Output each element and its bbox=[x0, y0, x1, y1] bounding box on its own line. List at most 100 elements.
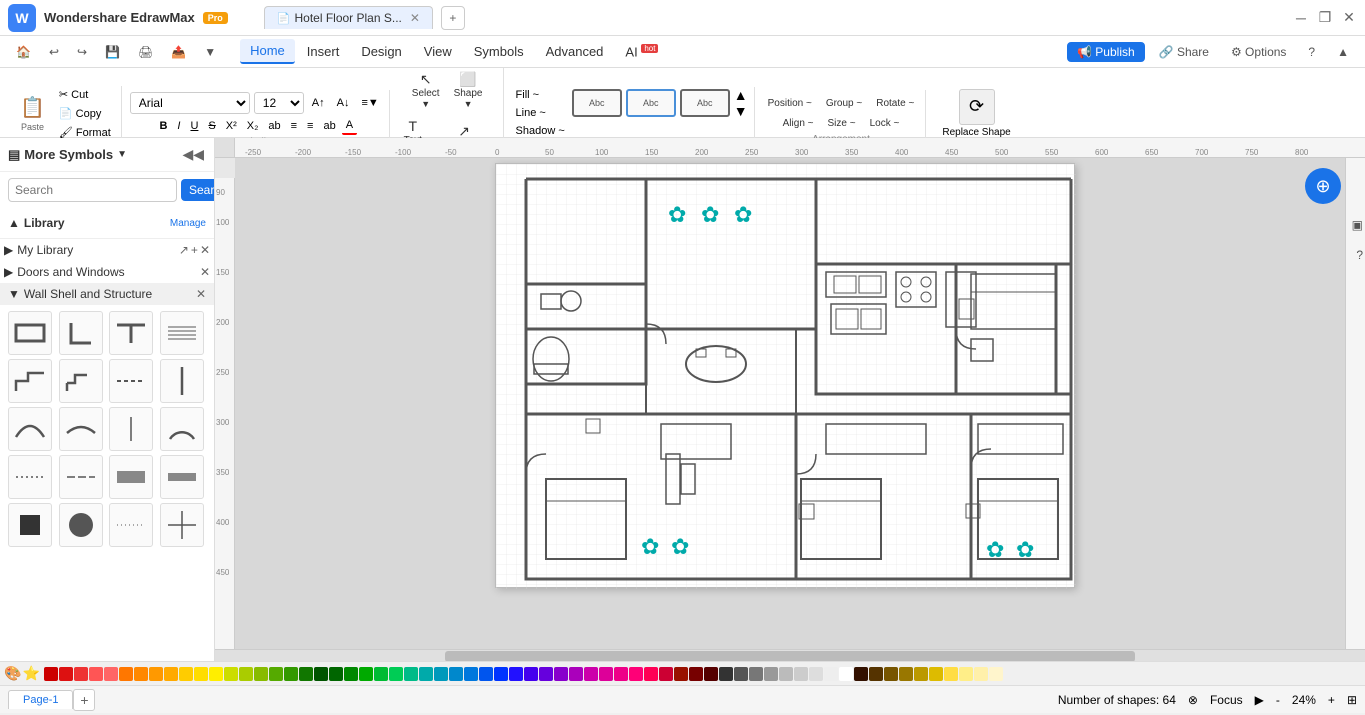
rotate-button[interactable]: Rotate ~ bbox=[871, 95, 919, 112]
color-swatch-22[interactable] bbox=[374, 667, 388, 681]
sidebar-item-doors-windows[interactable]: ▶ Doors and Windows ✕ bbox=[0, 261, 214, 283]
color-swatch-37[interactable] bbox=[599, 667, 613, 681]
undo-button[interactable]: ↩ bbox=[41, 42, 67, 62]
color-swatch-50[interactable] bbox=[794, 667, 808, 681]
shape-dash-short[interactable] bbox=[8, 455, 52, 499]
color-swatch-2[interactable] bbox=[74, 667, 88, 681]
color-picker-icon[interactable]: 🎨 bbox=[4, 665, 21, 682]
color-swatch-41[interactable] bbox=[659, 667, 673, 681]
align-menu-button[interactable]: Align ~ bbox=[778, 115, 819, 132]
shape-bump[interactable] bbox=[59, 407, 103, 451]
color-swatch-3[interactable] bbox=[89, 667, 103, 681]
color-swatch-47[interactable] bbox=[749, 667, 763, 681]
color-swatch-0[interactable] bbox=[44, 667, 58, 681]
color-swatch-56[interactable] bbox=[884, 667, 898, 681]
redo-button[interactable]: ↪ bbox=[69, 42, 95, 62]
menu-insert[interactable]: Insert bbox=[297, 40, 350, 63]
save-button[interactable]: 💾 bbox=[97, 42, 128, 62]
color-swatch-8[interactable] bbox=[164, 667, 178, 681]
color-swatch-9[interactable] bbox=[179, 667, 193, 681]
shape-l-wall[interactable] bbox=[59, 311, 103, 355]
search-input[interactable] bbox=[8, 178, 177, 202]
decrease-font-button[interactable]: A↓ bbox=[333, 95, 354, 111]
play-icon[interactable]: ▶ bbox=[1255, 693, 1264, 707]
color-swatch-11[interactable] bbox=[209, 667, 223, 681]
paste-button[interactable]: 📋 Paste bbox=[12, 91, 53, 136]
color-swatch-62[interactable] bbox=[974, 667, 988, 681]
shape-black-sq[interactable] bbox=[8, 503, 52, 547]
color-swatch-48[interactable] bbox=[764, 667, 778, 681]
shape-dash-h[interactable] bbox=[109, 359, 153, 403]
scroll-thumb[interactable] bbox=[445, 651, 1135, 661]
bold-button[interactable]: B bbox=[155, 118, 171, 134]
canvas-background[interactable]: ✿ ✿ ✿ bbox=[235, 158, 1365, 649]
zoom-out-button[interactable]: - bbox=[1276, 693, 1280, 707]
strikethrough-button[interactable]: S bbox=[204, 118, 219, 134]
font-size-selector[interactable]: 12 bbox=[254, 92, 304, 114]
color-swatch-10[interactable] bbox=[194, 667, 208, 681]
shape-dash-long2[interactable] bbox=[59, 455, 103, 499]
group-button[interactable]: Group ~ bbox=[821, 95, 867, 112]
menu-advanced[interactable]: Advanced bbox=[536, 40, 614, 63]
color-star-icon[interactable]: ⭐ bbox=[22, 665, 39, 682]
color-swatch-53[interactable] bbox=[839, 667, 853, 681]
color-swatch-59[interactable] bbox=[929, 667, 943, 681]
select-button[interactable]: ↖ Select ▼ bbox=[407, 68, 445, 112]
share-button[interactable]: 🔗 Share bbox=[1151, 42, 1217, 62]
subscript-button[interactable]: X₂ bbox=[243, 118, 263, 134]
list-button[interactable]: ≡ bbox=[303, 118, 317, 134]
horizontal-scrollbar[interactable] bbox=[215, 649, 1365, 661]
color-swatch-32[interactable] bbox=[524, 667, 538, 681]
minimize-button[interactable]: ─ bbox=[1293, 10, 1309, 26]
shape-arc[interactable] bbox=[8, 407, 52, 451]
color-swatch-60[interactable] bbox=[944, 667, 958, 681]
layers-icon[interactable]: ⊗ bbox=[1188, 693, 1198, 707]
publish-button[interactable]: 📢 Publish bbox=[1067, 42, 1145, 62]
color-swatch-12[interactable] bbox=[224, 667, 238, 681]
color-swatch-34[interactable] bbox=[554, 667, 568, 681]
color-swatch-38[interactable] bbox=[614, 667, 628, 681]
tab-close-icon[interactable]: ✕ bbox=[410, 11, 420, 25]
color-swatch-31[interactable] bbox=[509, 667, 523, 681]
color-swatch-33[interactable] bbox=[539, 667, 553, 681]
color-swatch-25[interactable] bbox=[419, 667, 433, 681]
page-tab-1[interactable]: Page-1 bbox=[8, 690, 73, 709]
shape-thin-vert[interactable] bbox=[109, 407, 153, 451]
sidebar-item-my-library[interactable]: ▶ My Library ↗ + ✕ bbox=[0, 239, 214, 261]
styles-scroll-down[interactable]: ▼ bbox=[734, 103, 748, 119]
panel-toggle-1[interactable]: ▣ bbox=[1352, 218, 1363, 232]
color-swatch-43[interactable] bbox=[689, 667, 703, 681]
library-header[interactable]: ▲ Library Manage bbox=[8, 212, 206, 234]
shape-circle[interactable] bbox=[59, 503, 103, 547]
add-page-button[interactable]: + bbox=[73, 689, 95, 711]
help-button[interactable]: ? bbox=[1300, 42, 1323, 62]
shape-half-arc[interactable] bbox=[160, 407, 204, 451]
color-swatch-49[interactable] bbox=[779, 667, 793, 681]
menu-symbols[interactable]: Symbols bbox=[464, 40, 534, 63]
color-swatch-1[interactable] bbox=[59, 667, 73, 681]
color-swatch-4[interactable] bbox=[104, 667, 118, 681]
shape-lines[interactable] bbox=[160, 311, 204, 355]
menu-view[interactable]: View bbox=[414, 40, 462, 63]
color-swatch-46[interactable] bbox=[734, 667, 748, 681]
color-swatch-23[interactable] bbox=[389, 667, 403, 681]
color-swatch-13[interactable] bbox=[239, 667, 253, 681]
menu-home[interactable]: Home bbox=[240, 39, 295, 64]
color-swatch-16[interactable] bbox=[284, 667, 298, 681]
font-color-button[interactable]: A bbox=[342, 117, 357, 135]
color-swatch-28[interactable] bbox=[464, 667, 478, 681]
color-swatch-29[interactable] bbox=[479, 667, 493, 681]
shape-wall-rect[interactable] bbox=[8, 311, 52, 355]
import-icon[interactable]: ↗ bbox=[179, 243, 189, 257]
color-swatch-21[interactable] bbox=[359, 667, 373, 681]
color-swatch-5[interactable] bbox=[119, 667, 133, 681]
compass-icon[interactable]: ⊕ bbox=[1305, 168, 1341, 204]
color-swatch-54[interactable] bbox=[854, 667, 868, 681]
lock-button[interactable]: Lock ~ bbox=[865, 115, 905, 132]
color-swatch-7[interactable] bbox=[149, 667, 163, 681]
menu-ai[interactable]: AI hot bbox=[615, 40, 668, 63]
new-tab-button[interactable]: + bbox=[441, 6, 465, 30]
options-button[interactable]: ⚙ Options bbox=[1223, 42, 1294, 62]
color-swatch-39[interactable] bbox=[629, 667, 643, 681]
shape-dotted-line[interactable] bbox=[109, 503, 153, 547]
